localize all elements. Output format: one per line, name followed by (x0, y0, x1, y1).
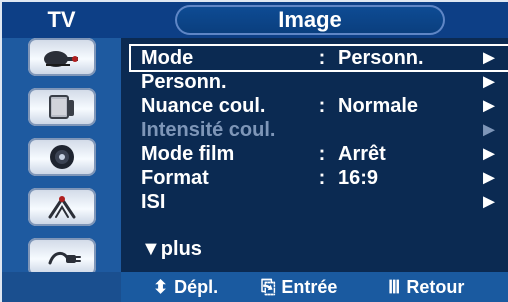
sidebar-bottom (2, 272, 121, 302)
menu-item-value: Normale (338, 95, 419, 117)
menu-item-label: Intensité coul. (141, 119, 276, 141)
menu-item-intensite-couleur: Intensité coul. ► (131, 118, 508, 142)
plug-icon[interactable] (27, 238, 96, 276)
footer-help: ⬍ Dépl. ⎘ Entrée Ⅲ Retour (121, 272, 508, 302)
menu-item-label: Format (141, 167, 209, 189)
menu-item-mode[interactable]: Mode : Personn. ► (129, 44, 508, 72)
footer-move: ⬍ Dépl. (153, 272, 218, 302)
menu-item-label: Mode film (141, 143, 235, 165)
footer-return-label: Retour (406, 276, 465, 297)
tv-tab-label: TV (47, 7, 76, 32)
footer-enter: ⎘ Entrée (261, 272, 337, 302)
menu-item-label: Mode (141, 47, 194, 69)
footer-return: Ⅲ Retour (388, 272, 464, 302)
tv-osd-screen: TV Image Mode: Personn. ► Personn. ► Nu… (0, 0, 508, 302)
sidebar: TV (2, 2, 121, 302)
menu-item-separator: : (318, 143, 326, 165)
chevron-right-icon: ► (479, 47, 499, 69)
menu-item-value: Personn. (338, 47, 424, 69)
chevron-right-icon: ► (479, 95, 499, 117)
footer-enter-label: Entrée (281, 276, 338, 297)
page-title-text: Image (278, 7, 342, 32)
satellite-dish-icon[interactable] (27, 38, 96, 76)
menu-header: Image (121, 2, 508, 38)
sidebar-icons (2, 38, 121, 288)
menu-item-separator: : (318, 167, 326, 189)
page-title: Image (175, 5, 445, 35)
speaker-icon[interactable] (27, 88, 96, 126)
menu-item-isi[interactable]: ISI ► (131, 190, 508, 214)
tv-tab[interactable]: TV (2, 2, 121, 38)
menu-item-separator: : (318, 95, 326, 117)
menu-item-format[interactable]: Format : 16:9 ► (131, 166, 508, 190)
up-down-icon: ⬍ (153, 276, 169, 297)
footer-move-label: Dépl. (174, 276, 219, 297)
antenna-icon[interactable] (27, 188, 96, 226)
menu-list: Mode : Personn. ► Personn. ► Nuance coul… (129, 44, 508, 214)
menu-item-label: ISI (141, 191, 166, 213)
more-items[interactable]: ▼plus (141, 238, 202, 261)
menu-item-value: 16:9 (338, 167, 379, 189)
menu-item-personnalise[interactable]: Personn. ► (131, 70, 508, 94)
return-icon: Ⅲ (388, 276, 401, 297)
menu-item-mode-film[interactable]: Mode film : Arrêt ► (131, 142, 508, 166)
menu-item-label: Personn. (141, 71, 227, 93)
chevron-right-icon: ► (479, 143, 499, 165)
chevron-right-icon: ► (479, 191, 499, 213)
menu-item-separator: : (318, 47, 326, 69)
menu-item-label: Nuance coul. (141, 95, 266, 117)
chevron-right-icon: ► (479, 119, 499, 141)
chevron-right-icon: ► (479, 71, 499, 93)
menu-panel: Image Mode : Personn. ► Personn. ► Nuanc… (121, 2, 508, 302)
enter-icon: ⎘ (261, 276, 276, 297)
chevron-right-icon: ► (479, 167, 499, 189)
subwoofer-icon[interactable] (27, 138, 96, 176)
more-items-label: ▼plus (141, 238, 202, 260)
menu-item-nuance-couleur[interactable]: Nuance coul. : Normale ► (131, 94, 508, 118)
menu-item-value: Arrêt (338, 143, 386, 165)
